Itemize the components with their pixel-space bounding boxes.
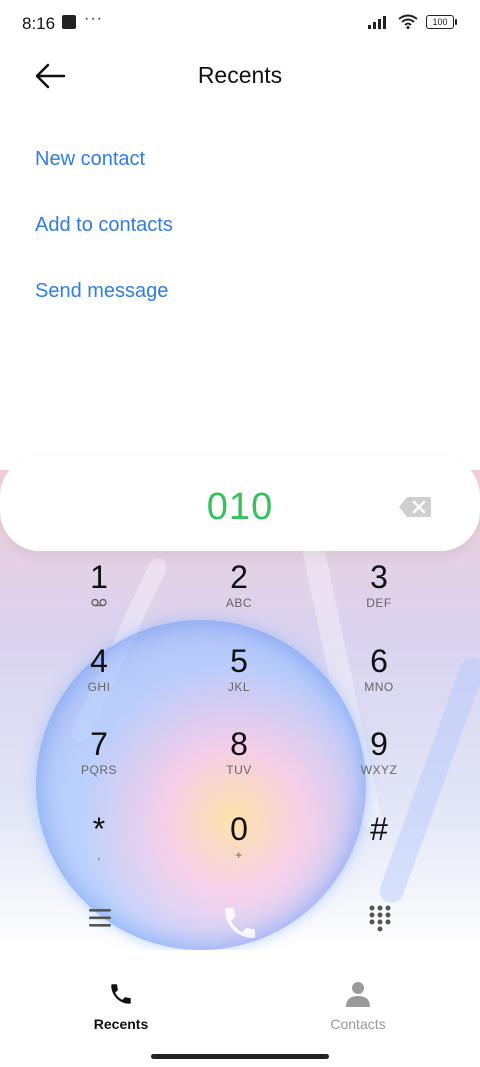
wifi-icon [398, 14, 418, 29]
key-6[interactable]: 6 MNO [324, 644, 434, 694]
signal-icon [368, 15, 386, 29]
send-message-link[interactable]: Send message [35, 280, 168, 303]
more-notifications-icon: ··· [84, 10, 103, 27]
notification-icon [62, 15, 76, 29]
key-0[interactable]: 0 + [184, 812, 294, 862]
backspace-icon[interactable] [398, 496, 432, 518]
nav-recents[interactable]: Recents [61, 981, 181, 1032]
key-star[interactable]: * , [44, 812, 154, 862]
status-time: 8:16 [22, 14, 56, 33]
call-button-icon[interactable] [220, 903, 260, 943]
key-8[interactable]: 8 TUV [184, 727, 294, 777]
key-7[interactable]: 7 PQRS [44, 727, 154, 777]
nav-recents-label: Recents [93, 1016, 149, 1032]
key-3[interactable]: 3 DEF [324, 560, 434, 610]
nav-contacts[interactable]: Contacts [298, 981, 418, 1032]
key-1[interactable]: 1 [44, 560, 154, 610]
menu-icon[interactable] [88, 907, 112, 929]
page-title: Recents [197, 62, 283, 88]
header: Recents [0, 48, 480, 104]
voicemail-icon [44, 596, 154, 610]
key-9[interactable]: 9 WXYZ [324, 727, 434, 777]
battery-icon: 100 [426, 14, 457, 29]
bottom-navigation: Recents Contacts [0, 955, 480, 1067]
new-contact-link[interactable]: New contact [35, 148, 145, 171]
key-5[interactable]: 5 JKL [184, 644, 294, 694]
person-icon [346, 982, 370, 1007]
key-4[interactable]: 4 GHI [44, 644, 154, 694]
dialpad-toggle-icon[interactable] [368, 904, 392, 932]
home-indicator[interactable] [151, 1054, 329, 1059]
phone-icon [111, 984, 131, 1004]
add-to-contacts-link[interactable]: Add to contacts [35, 214, 173, 237]
key-2[interactable]: 2 ABC [184, 560, 294, 610]
key-hash[interactable]: # [324, 812, 434, 848]
nav-contacts-label: Contacts [330, 1016, 386, 1032]
number-display: 010 [0, 456, 480, 551]
status-bar: 8:16 ··· 100 [0, 0, 480, 48]
